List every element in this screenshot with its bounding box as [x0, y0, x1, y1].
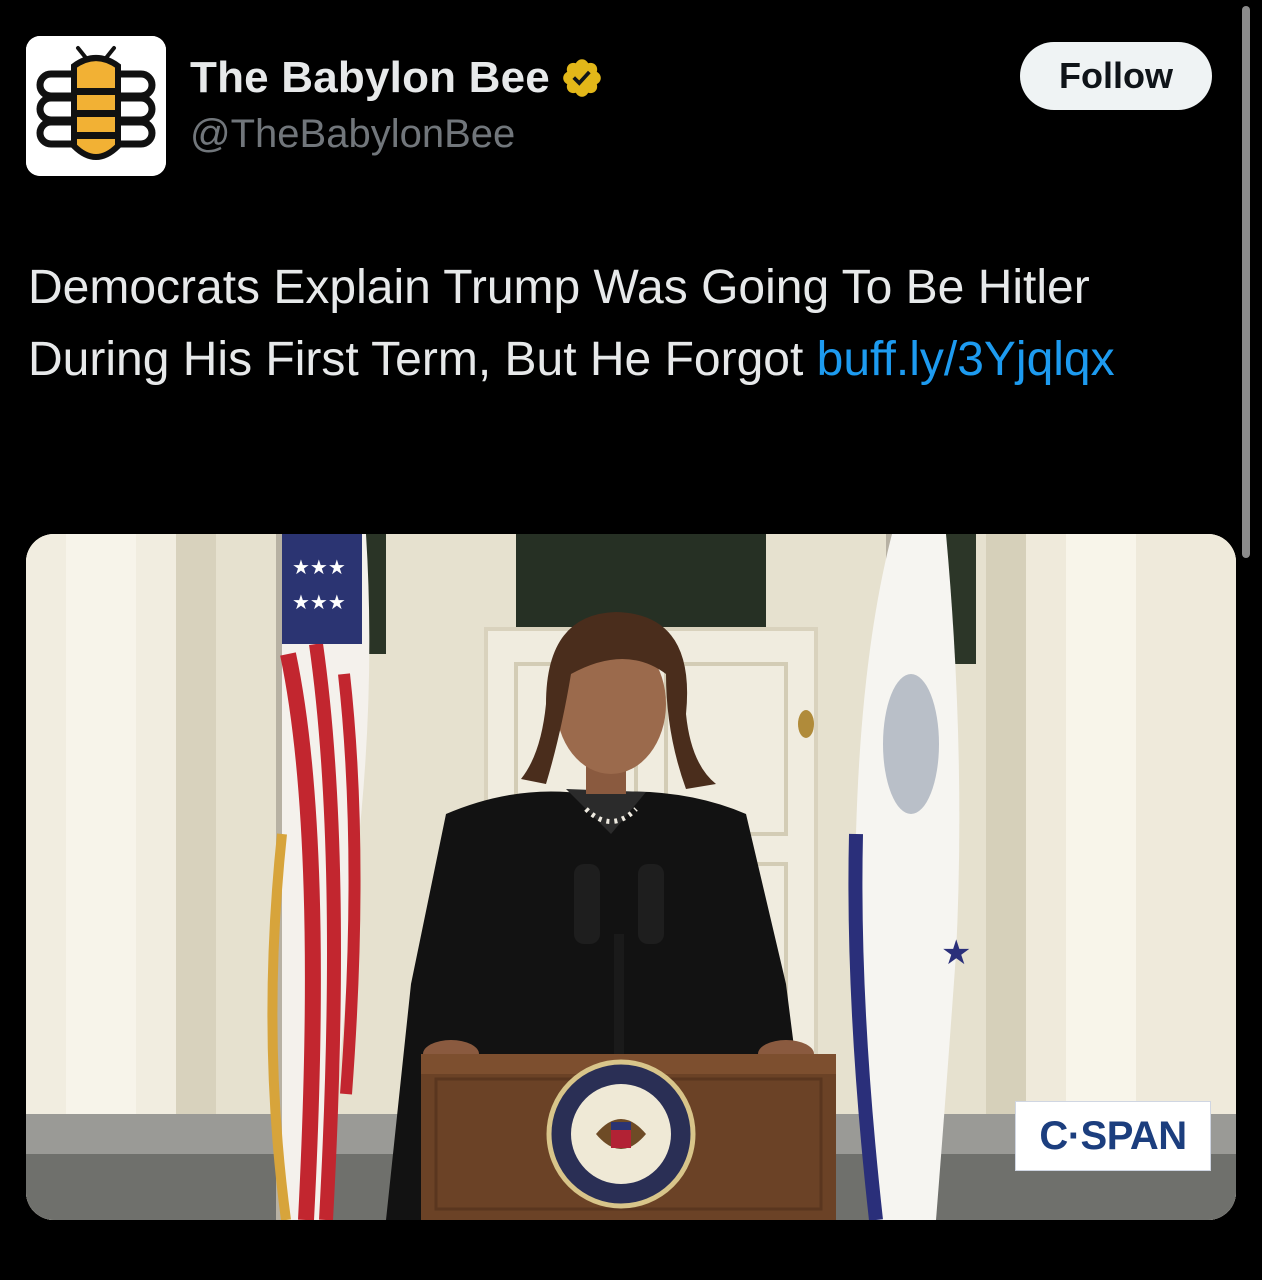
cspan-watermark: C·SPAN: [1016, 1102, 1210, 1170]
follow-button[interactable]: Follow: [1020, 42, 1212, 110]
avatar[interactable]: [26, 36, 166, 176]
tweet-media-image[interactable]: ★★★ ★★★ ★ C·SPAN: [26, 534, 1236, 1220]
verified-badge-icon[interactable]: [560, 56, 604, 100]
svg-text:★: ★: [941, 933, 971, 973]
svg-text:★★★: ★★★: [292, 555, 346, 579]
account-name-row: The Babylon Bee: [190, 50, 604, 106]
account-handle[interactable]: @TheBabylonBee: [190, 112, 515, 157]
svg-text:★★★: ★★★: [292, 590, 346, 614]
tweet-link[interactable]: buff.ly/3Yjqlqx: [817, 333, 1115, 386]
display-name[interactable]: The Babylon Bee: [190, 53, 550, 103]
babylon-bee-logo-icon: [26, 36, 166, 176]
tweet-text: Democrats Explain Trump Was Going To Be …: [28, 252, 1228, 396]
tweet-page: The Babylon Bee @TheBabylonBee Follow De…: [0, 0, 1262, 1280]
scrollbar[interactable]: [1242, 6, 1250, 558]
